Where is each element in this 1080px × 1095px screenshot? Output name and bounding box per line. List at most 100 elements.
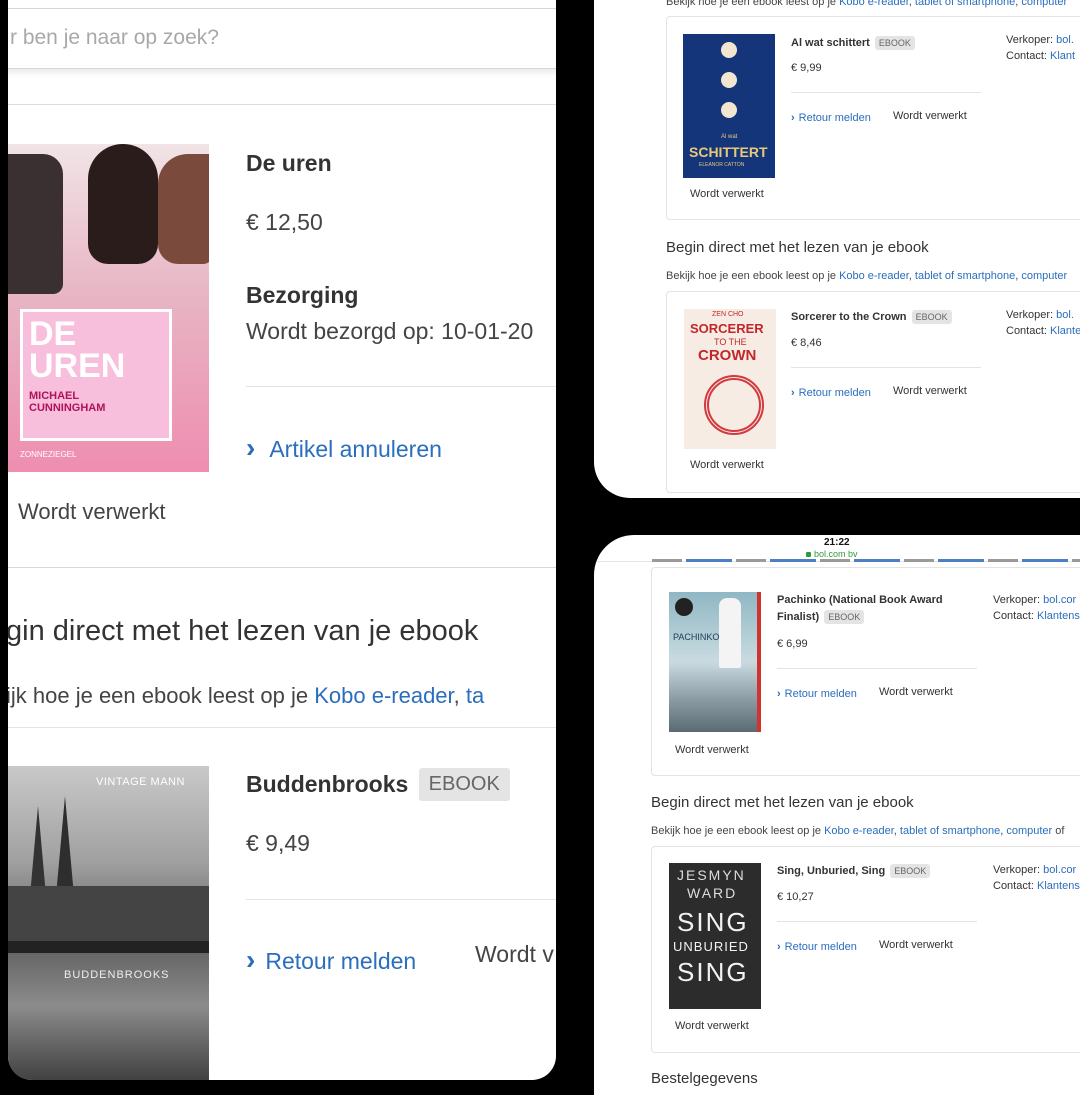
status-bar-time: 21:22 xyxy=(824,537,850,548)
chevron-right-icon: › xyxy=(246,432,256,463)
book-cover-de-uren[interactable]: DE UREN MICHAEL CUNNINGHAM ZONNEZIEGEL xyxy=(8,144,209,472)
seller-info: Verkoper: bol. xyxy=(1006,34,1074,46)
item-title-line2[interactable]: Finalist) EBOOK xyxy=(777,610,865,624)
cover-spire xyxy=(30,806,46,896)
sub-prefix: Bekijk hoe je een ebook leest op je xyxy=(666,270,840,282)
item-price: € 12,50 xyxy=(246,209,323,235)
tablet-link[interactable]: tablet of smartphone xyxy=(900,825,1000,837)
return-link[interactable]: › Retour melden xyxy=(791,387,871,399)
cancel-item-link[interactable]: › Artikel annuleren xyxy=(246,432,442,464)
item-status-under: Wordt verwerkt xyxy=(690,188,764,200)
cover-title: PACHINKO xyxy=(673,632,720,642)
cover-figure xyxy=(8,154,63,294)
search-bar[interactable]: r ben je naar op zoek? xyxy=(8,8,556,69)
tablet-link[interactable]: tablet of smartphone xyxy=(915,270,1015,282)
ebook-subtext: Bekijk hoe je een ebook leest op je Kobo… xyxy=(666,270,1068,282)
seller-link[interactable]: bol. xyxy=(1056,34,1074,46)
item-title-text: Buddenbrooks xyxy=(246,771,409,797)
seller-link[interactable]: bol. xyxy=(1056,309,1074,321)
return-link[interactable]: › Retour melden xyxy=(777,688,857,700)
seller-link[interactable]: bol.cor xyxy=(1043,594,1076,606)
tablet-link[interactable]: ta xyxy=(466,683,484,708)
ebook-heading: Begin direct met het lezen van je ebook xyxy=(651,794,914,811)
item-price: € 9,99 xyxy=(791,62,822,74)
contact-link[interactable]: Klant xyxy=(1050,50,1075,62)
cover-author: WARD xyxy=(687,885,738,901)
cover-title: DE UREN xyxy=(29,315,126,385)
computer-link[interactable]: computer xyxy=(1021,270,1067,282)
chevron-right-icon: › xyxy=(246,944,256,975)
item-title[interactable]: De uren xyxy=(246,150,332,177)
divider xyxy=(791,92,981,93)
contact-link[interactable]: Klante xyxy=(1050,325,1080,337)
ebook-badge: EBOOK xyxy=(418,768,510,801)
cover-skyline xyxy=(8,886,209,946)
kobo-link[interactable]: Kobo e-reader xyxy=(314,683,453,708)
return-label: Retour melden xyxy=(784,688,857,700)
delivery-heading: Bezorging xyxy=(246,282,359,308)
book-cover-buddenbrooks[interactable]: VINTAGE MANN BUDDENBROOKS xyxy=(8,766,209,1080)
divider xyxy=(777,921,977,922)
cover-publisher: ZONNEZIEGEL xyxy=(20,450,77,459)
ebook-sub-sep: , xyxy=(453,683,466,708)
left-phone-screen: r ben je naar op zoek? DE UREN MICHAEL C… xyxy=(8,0,556,1080)
cover-ornament xyxy=(704,375,764,435)
award-seal-icon xyxy=(675,598,693,616)
computer-link[interactable]: computer xyxy=(1021,0,1067,8)
book-cover-sorcerer-to-the-crown[interactable]: ZEN CHO SORCERER TO THE CROWN xyxy=(684,309,776,449)
cancel-item-label: Artikel annuleren xyxy=(269,436,442,462)
item-title-text: Sing, Unburied, Sing xyxy=(777,865,886,877)
chevron-right-icon: › xyxy=(791,112,795,124)
book-cover-sing-unburied-sing[interactable]: JESMYN WARD SING UNBURIED SING xyxy=(669,863,761,1009)
computer-link[interactable]: computer xyxy=(1006,825,1052,837)
ebook-heading: Begin direct met het lezen van je ebook xyxy=(666,239,929,256)
cover-author: JESMYN xyxy=(677,867,746,883)
return-link[interactable]: › Retour melden xyxy=(246,944,416,976)
ebook-subtext: Bekijk hoe je een ebook leest op je Kobo… xyxy=(651,825,1065,837)
item-title[interactable]: Buddenbrooks EBOOK xyxy=(246,768,510,801)
book-cover-pachinko[interactable]: PACHINKO xyxy=(669,592,761,732)
divider xyxy=(246,386,556,387)
return-link[interactable]: › Retour melden xyxy=(791,112,871,124)
item-title[interactable]: Sorcerer to the Crown EBOOK xyxy=(791,310,952,324)
chevron-right-icon: › xyxy=(777,941,781,953)
order-item-card: ZEN CHO SORCERER TO THE CROWN Wordt verw… xyxy=(666,291,1080,493)
cover-title: SCHITTERT xyxy=(689,144,768,160)
kobo-link[interactable]: Kobo e-reader xyxy=(839,270,909,282)
divider xyxy=(777,668,977,669)
cover-author: ELEANOR CATTON xyxy=(699,162,745,168)
return-link[interactable]: › Retour melden xyxy=(777,941,857,953)
item-price: € 9,49 xyxy=(246,830,310,856)
seller-info: Verkoper: bol.cor xyxy=(993,864,1076,876)
seller-link[interactable]: bol.cor xyxy=(1043,864,1076,876)
kobo-link[interactable]: Kobo e-reader xyxy=(824,825,894,837)
item-status-inline: Wordt verwerkt xyxy=(879,686,953,698)
seller-info: Verkoper: bol.cor xyxy=(993,594,1076,606)
item-price: € 6,99 xyxy=(777,638,808,650)
chevron-right-icon: › xyxy=(791,387,795,399)
contact-link[interactable]: Klantens xyxy=(1037,880,1080,892)
order-item-card: PACHINKO Wordt verwerkt Pachinko (Nation… xyxy=(651,567,1080,776)
item-title[interactable]: Al wat schittert EBOOK xyxy=(791,36,915,50)
return-label: Retour melden xyxy=(798,112,871,124)
cover-spire xyxy=(56,796,74,896)
item-status: Wordt verwerkt xyxy=(18,499,166,524)
item-title-line1[interactable]: Pachinko (National Book Award xyxy=(777,594,943,606)
item-status-inline: Wordt verwerkt xyxy=(893,110,967,122)
sub-suffix: of xyxy=(1052,825,1065,837)
cover-author: MICHAEL CUNNINGHAM xyxy=(29,390,106,414)
chevron-right-icon: › xyxy=(777,688,781,700)
divider xyxy=(8,104,556,105)
contact-info: Contact: Klante xyxy=(1006,325,1080,337)
cover-title: SING xyxy=(677,957,749,987)
order-details-heading: Bestelgegevens xyxy=(651,1070,758,1087)
contact-label: Contact: xyxy=(1006,325,1047,337)
contact-link[interactable]: Klantens xyxy=(1037,610,1080,622)
kobo-link[interactable]: Kobo e-reader xyxy=(839,0,909,8)
sub-prefix: Bekijk hoe je een ebook leest op je xyxy=(666,0,840,8)
tablet-link[interactable]: tablet of smartphone xyxy=(915,0,1015,8)
book-cover-al-wat-schittert[interactable]: Al wat SCHITTERT ELEANOR CATTON xyxy=(683,34,775,178)
ebook-subtext: ijk hoe je een ebook leest op je Kobo e-… xyxy=(8,683,484,709)
item-title[interactable]: Sing, Unburied, Sing EBOOK xyxy=(777,864,931,878)
divider xyxy=(8,727,556,728)
